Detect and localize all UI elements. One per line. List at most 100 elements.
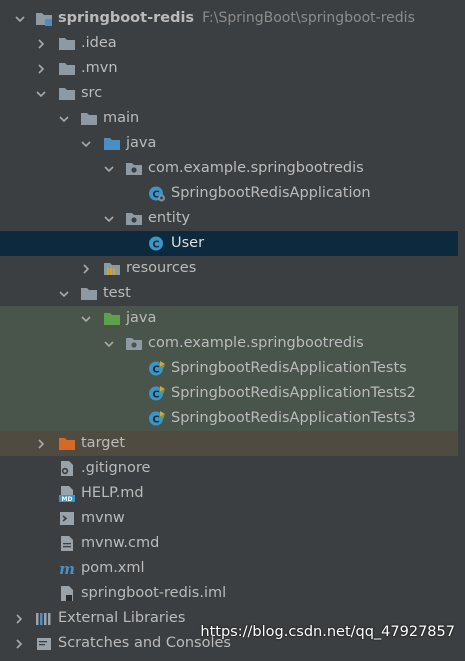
tree-node-package-main[interactable]: com.example.springbootredis — [0, 156, 458, 181]
tree-node-idea[interactable]: .idea — [0, 31, 458, 56]
tree-label: main — [103, 110, 140, 126]
chevron-down-icon[interactable] — [80, 306, 94, 331]
markdown-file-icon: MD — [58, 485, 76, 503]
tree-label: HELP.md — [81, 485, 144, 501]
tree-label: SpringbootRedisApplication — [171, 185, 371, 201]
gitignore-file-icon — [58, 460, 76, 477]
tree-node-src[interactable]: src — [0, 81, 458, 106]
library-icon — [35, 610, 53, 627]
tree-label: springboot-redis.iml — [81, 585, 227, 601]
package-icon — [125, 210, 143, 227]
tree-node-iml[interactable]: springboot-redis.iml — [0, 581, 458, 606]
chevron-down-icon[interactable] — [103, 331, 117, 356]
chevron-right-icon[interactable] — [13, 631, 27, 656]
svg-text:C: C — [152, 390, 159, 401]
tree-label: java — [126, 135, 157, 151]
tree-label: SpringbootRedisApplicationTests — [171, 360, 407, 376]
chevron-down-icon[interactable] — [58, 281, 72, 306]
project-tree: springboot-redis F:\SpringBoot\springboot… — [0, 6, 458, 656]
tree-node-gitignore[interactable]: .gitignore — [0, 456, 458, 481]
tree-node-tests-class-1[interactable]: C SpringbootRedisApplicationTests — [0, 356, 458, 381]
chevron-down-icon[interactable] — [103, 156, 117, 181]
svg-text:C: C — [152, 240, 159, 251]
tree-label: java — [126, 310, 157, 326]
tree-label: mvnw.cmd — [81, 535, 160, 551]
tree-node-tests-class-2[interactable]: C SpringbootRedisApplicationTests2 — [0, 381, 458, 406]
tree-node-mvn[interactable]: .mvn — [0, 56, 458, 81]
tree-label: mvnw — [81, 510, 125, 526]
tree-node-package-entity[interactable]: entity — [0, 206, 458, 231]
tree-label: com.example.springbootredis — [148, 335, 364, 351]
source-folder-icon — [103, 135, 121, 152]
chevron-right-icon[interactable] — [13, 606, 27, 631]
svg-text:MD: MD — [62, 496, 73, 502]
tree-node-help-md[interactable]: MD HELP.md — [0, 481, 458, 506]
chevron-down-icon[interactable] — [35, 81, 49, 106]
svg-text:m: m — [59, 560, 75, 577]
tree-node-tests-class-3[interactable]: C SpringbootRedisApplicationTests3 — [0, 406, 458, 431]
tree-label: .gitignore — [81, 460, 151, 476]
project-name: springboot-redis — [58, 10, 195, 26]
tree-node-mvnw[interactable]: mvnw — [0, 506, 458, 531]
chevron-down-icon[interactable] — [80, 131, 94, 156]
tree-node-test[interactable]: test — [0, 281, 458, 306]
resources-folder-icon — [103, 260, 121, 277]
chevron-right-icon[interactable] — [35, 431, 49, 456]
tree-label: External Libraries — [58, 610, 186, 626]
excluded-folder-icon — [58, 435, 76, 452]
tree-label: .idea — [81, 35, 117, 51]
tree-label: User — [171, 235, 205, 251]
tree-node-mvnw-cmd[interactable]: mvnw.cmd — [0, 531, 458, 556]
folder-icon — [58, 35, 76, 52]
test-folder-icon — [103, 310, 121, 327]
chevron-down-icon[interactable] — [14, 6, 28, 31]
class-icon: C — [148, 235, 166, 252]
watermark: https://blog.csdn.net/qq_47927857 — [200, 624, 455, 640]
svg-text:C: C — [152, 365, 159, 376]
folder-icon — [58, 60, 76, 77]
chevron-right-icon[interactable] — [35, 31, 49, 56]
tree-label: SpringbootRedisApplicationTests3 — [171, 410, 416, 426]
tree-node-pom-xml[interactable]: m pom.xml — [0, 556, 458, 581]
scratches-icon — [35, 635, 53, 652]
tree-label: SpringbootRedisApplicationTests2 — [171, 385, 416, 401]
chevron-down-icon[interactable] — [103, 206, 117, 231]
tree-node-main-java[interactable]: java — [0, 131, 458, 156]
module-file-icon — [58, 585, 76, 602]
shell-script-icon — [58, 510, 76, 527]
spring-boot-class-icon: C — [148, 185, 166, 202]
tree-label: .mvn — [81, 60, 118, 76]
scrollbar-gutter[interactable] — [458, 0, 465, 650]
tree-label: pom.xml — [81, 560, 145, 576]
package-icon — [125, 335, 143, 352]
tree-node-target[interactable]: target — [0, 431, 458, 456]
tree-node-application-class[interactable]: C SpringbootRedisApplication — [0, 181, 458, 206]
test-class-icon: C — [148, 360, 166, 377]
chevron-right-icon[interactable] — [35, 56, 49, 81]
text-file-icon — [58, 535, 76, 552]
tree-node-project-root[interactable]: springboot-redis F:\SpringBoot\springboot… — [0, 6, 458, 31]
tree-label: target — [81, 435, 126, 451]
tree-node-test-java[interactable]: java — [0, 306, 458, 331]
project-path: F:\SpringBoot\springboot-redis — [202, 10, 415, 26]
chevron-down-icon[interactable] — [58, 106, 72, 131]
test-class-icon: C — [148, 410, 166, 427]
tree-label: test — [103, 285, 131, 301]
tree-label: entity — [148, 210, 191, 226]
package-icon — [125, 160, 143, 177]
svg-text:C: C — [152, 415, 159, 426]
folder-icon — [80, 110, 98, 127]
module-folder-icon — [35, 10, 53, 27]
folder-icon — [58, 85, 76, 102]
tree-label: src — [81, 85, 103, 101]
tree-node-user-class[interactable]: C User — [0, 231, 458, 256]
tree-label: resources — [126, 260, 197, 276]
chevron-right-icon[interactable] — [80, 256, 94, 281]
tree-node-resources[interactable]: resources — [0, 256, 458, 281]
tree-node-package-test[interactable]: com.example.springbootredis — [0, 331, 458, 356]
tree-node-main[interactable]: main — [0, 106, 458, 131]
folder-icon — [80, 285, 98, 302]
tree-label: com.example.springbootredis — [148, 160, 364, 176]
maven-file-icon: m — [58, 560, 76, 578]
test-class-icon: C — [148, 385, 166, 402]
